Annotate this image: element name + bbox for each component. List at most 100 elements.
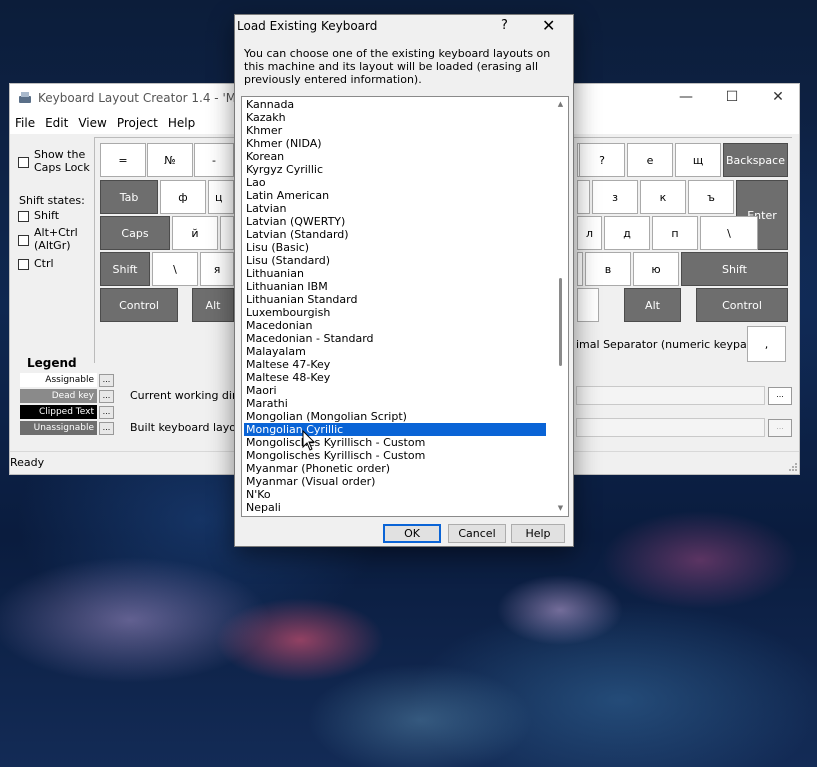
key-backslash-r4[interactable]: \ xyxy=(152,252,198,286)
list-item[interactable]: Macedonian - Standard xyxy=(244,332,546,345)
key-ef[interactable]: ф xyxy=(160,180,206,214)
scroll-up-icon[interactable]: ▲ xyxy=(556,100,565,109)
browse-built-layout-button[interactable]: ... xyxy=(768,419,792,437)
keyboard-layout-list[interactable]: Kannada Kazakh Khmer Khmer (NIDA) Korean Kyrg… xyxy=(241,96,569,517)
menu-view[interactable]: View xyxy=(73,112,111,130)
list-item[interactable]: Lisu (Standard) xyxy=(244,254,546,267)
list-item[interactable]: Lisu (Basic) xyxy=(244,241,546,254)
dialog-description: You can choose one of the existing keybo… xyxy=(244,47,551,86)
scroll-down-icon[interactable]: ▼ xyxy=(556,504,565,513)
altgr-checkbox[interactable] xyxy=(18,235,29,246)
key-right-alt[interactable]: Alt xyxy=(624,288,681,322)
legend-unassignable-button[interactable]: ... xyxy=(99,422,114,435)
key-ye[interactable]: е xyxy=(627,143,673,177)
key-question[interactable]: ? xyxy=(579,143,625,177)
key-backslash-r3[interactable]: \ xyxy=(700,216,758,250)
list-item[interactable]: Latvian (Standard) xyxy=(244,228,546,241)
menu-help[interactable]: Help xyxy=(163,112,200,130)
key-pe[interactable]: п xyxy=(652,216,698,250)
list-item[interactable]: Marathi xyxy=(244,397,546,410)
close-button[interactable]: ✕ xyxy=(755,84,801,112)
key-decimal-separator[interactable]: , xyxy=(747,326,786,362)
key-hidden-r3l[interactable] xyxy=(220,216,234,250)
legend-clipped-text-button[interactable]: ... xyxy=(99,406,114,419)
browse-working-dir-button[interactable]: ... xyxy=(768,387,792,405)
key-left-control[interactable]: Control xyxy=(100,288,178,322)
list-item[interactable]: Maltese 47-Key xyxy=(244,358,546,371)
key-tab[interactable]: Tab xyxy=(100,180,158,214)
help-button[interactable]: Help xyxy=(511,524,565,543)
key-caps[interactable]: Caps xyxy=(100,216,170,250)
shift-checkbox[interactable] xyxy=(18,211,29,222)
menu-edit[interactable]: Edit xyxy=(40,112,73,130)
minimize-button[interactable]: — xyxy=(663,84,709,112)
list-item[interactable]: Latvian xyxy=(244,202,546,215)
key-numero[interactable]: № xyxy=(147,143,193,177)
list-item[interactable]: Myanmar (Visual order) xyxy=(244,475,546,488)
show-caps-lock-checkbox[interactable] xyxy=(18,157,29,168)
key-backspace[interactable]: Backspace xyxy=(723,143,788,177)
key-el[interactable]: л xyxy=(577,216,602,250)
list-item[interactable]: Lithuanian Standard xyxy=(244,293,546,306)
key-right-control[interactable]: Control xyxy=(696,288,788,322)
resize-grip-icon[interactable] xyxy=(788,462,798,472)
list-item[interactable]: Maori xyxy=(244,384,546,397)
key-minus[interactable]: - xyxy=(194,143,234,177)
key-left-shift[interactable]: Shift xyxy=(100,252,150,286)
key-shcha[interactable]: щ xyxy=(675,143,721,177)
key-de[interactable]: д xyxy=(604,216,650,250)
current-working-dir-field[interactable] xyxy=(576,386,765,405)
list-item[interactable]: Mongolisches Kyrillisch - Custom xyxy=(244,436,546,449)
list-item[interactable]: Myanmar (Phonetic order) xyxy=(244,462,546,475)
list-item[interactable]: Mongolian (Mongolian Script) xyxy=(244,410,546,423)
list-item[interactable]: Latvian (QWERTY) xyxy=(244,215,546,228)
key-left-alt[interactable]: Alt xyxy=(192,288,234,322)
scroll-thumb[interactable] xyxy=(559,278,562,366)
maximize-button[interactable]: ☐ xyxy=(709,84,755,112)
list-item[interactable]: Lithuanian xyxy=(244,267,546,280)
key-ka[interactable]: к xyxy=(640,180,686,214)
list-item[interactable]: Kannada xyxy=(244,98,546,111)
ctrl-checkbox[interactable] xyxy=(18,259,29,270)
cancel-button[interactable]: Cancel xyxy=(448,524,506,543)
list-item[interactable]: Lithuanian IBM xyxy=(244,280,546,293)
list-item[interactable]: Khmer xyxy=(244,124,546,137)
key-yu[interactable]: ю xyxy=(633,252,679,286)
list-item[interactable]: Kazakh xyxy=(244,111,546,124)
list-item[interactable]: N'Ko xyxy=(244,488,546,501)
key-space[interactable] xyxy=(577,288,599,322)
list-item[interactable]: Malayalam xyxy=(244,345,546,358)
ok-button[interactable]: OK xyxy=(383,524,441,543)
key-tse[interactable]: ц xyxy=(208,180,234,214)
key-ya[interactable]: я xyxy=(200,252,234,286)
key-hard-sign[interactable]: ъ xyxy=(688,180,734,214)
keyboard-app-icon xyxy=(19,92,31,103)
dialog-close-icon[interactable]: ✕ xyxy=(542,16,555,35)
menu-project[interactable]: Project xyxy=(112,112,163,130)
key-hidden-r2[interactable] xyxy=(577,180,590,214)
key-right-shift[interactable]: Shift xyxy=(681,252,788,286)
key-equals[interactable]: = xyxy=(100,143,146,177)
menu-file[interactable]: File xyxy=(10,112,40,130)
key-short-i[interactable]: й xyxy=(172,216,218,250)
show-caps-lock-label: Show the Caps Lock xyxy=(34,148,90,174)
key-ve[interactable]: в xyxy=(585,252,631,286)
list-item[interactable]: Lao xyxy=(244,176,546,189)
list-item[interactable]: Mongolisches Kyrillisch - Custom xyxy=(244,449,546,462)
list-item[interactable]: Maltese 48-Key xyxy=(244,371,546,384)
list-item[interactable]: Nepali xyxy=(244,501,546,514)
list-item[interactable]: Luxembourgish xyxy=(244,306,546,319)
list-item[interactable]: Khmer (NIDA) xyxy=(244,137,546,150)
list-item[interactable]: Macedonian xyxy=(244,319,546,332)
key-hidden-r4[interactable] xyxy=(577,252,583,286)
legend-assignable-button[interactable]: ... xyxy=(99,374,114,387)
key-ze[interactable]: з xyxy=(592,180,638,214)
list-item[interactable]: Mongolian Cyrillic xyxy=(244,423,546,436)
dialog-help-icon[interactable]: ? xyxy=(501,18,508,33)
legend-dead-key-button[interactable]: ... xyxy=(99,390,114,403)
list-item[interactable]: Kyrgyz Cyrillic xyxy=(244,163,546,176)
built-layout-field[interactable] xyxy=(576,418,765,437)
list-scrollbar[interactable]: ▲ ▼ xyxy=(554,98,567,515)
list-item[interactable]: Latin American xyxy=(244,189,546,202)
list-item[interactable]: Korean xyxy=(244,150,546,163)
